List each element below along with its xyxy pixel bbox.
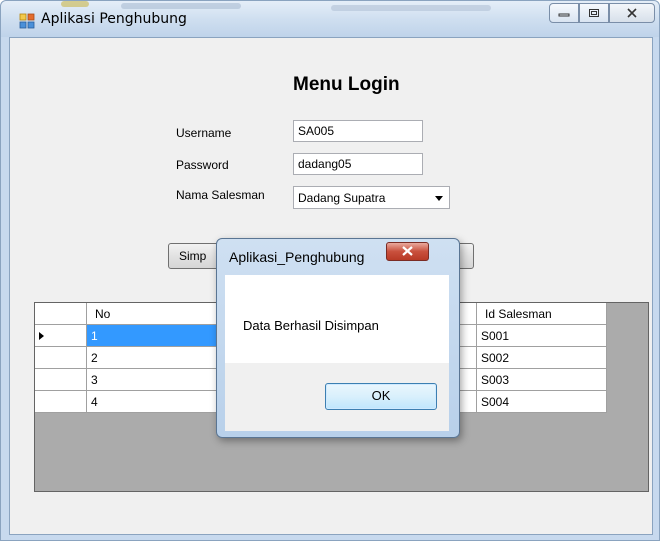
maximize-button[interactable]	[579, 3, 609, 23]
row-header[interactable]	[35, 325, 87, 347]
table-cell[interactable]: S004	[477, 391, 607, 413]
background-blur	[61, 1, 89, 7]
close-icon	[402, 246, 413, 256]
close-button[interactable]	[609, 3, 655, 23]
username-label: Username	[176, 126, 232, 140]
table-cell[interactable]: 4	[87, 391, 217, 413]
table-cell[interactable]: S001	[477, 325, 607, 347]
password-field[interactable]: dadang05	[293, 153, 423, 175]
ok-button[interactable]: OK	[325, 383, 437, 410]
caption-buttons	[549, 3, 655, 25]
password-label: Password	[176, 158, 229, 172]
table-cell[interactable]: S002	[477, 347, 607, 369]
minimize-icon	[558, 13, 570, 17]
close-icon	[627, 8, 637, 18]
dialog-close-button[interactable]	[386, 242, 429, 261]
page-title: Menu Login	[293, 74, 400, 95]
grid-header-id-salesman[interactable]: Id Salesman	[477, 303, 607, 325]
grid-header-no[interactable]: No	[87, 303, 217, 325]
salesman-label: Nama Salesman	[176, 188, 265, 202]
window-title: Aplikasi Penghubung	[41, 11, 187, 27]
row-header[interactable]	[35, 369, 87, 391]
row-header[interactable]	[35, 347, 87, 369]
background-blur	[331, 5, 491, 11]
table-cell[interactable]: 2	[87, 347, 217, 369]
minimize-button[interactable]	[549, 3, 579, 23]
app-icon	[19, 13, 35, 29]
dialog-message: Data Berhasil Disimpan	[243, 318, 379, 333]
grid-corner-header	[35, 303, 87, 325]
maximize-icon	[589, 9, 599, 17]
salesman-selected-value: Dadang Supatra	[298, 191, 386, 205]
salesman-select[interactable]: Dadang Supatra	[293, 186, 450, 209]
dialog-title: Aplikasi_Penghubung	[229, 249, 365, 265]
row-header[interactable]	[35, 391, 87, 413]
current-row-icon	[39, 332, 44, 340]
username-field[interactable]: SA005	[293, 120, 423, 142]
chevron-down-icon	[435, 196, 443, 201]
background-blur	[121, 3, 241, 9]
table-cell[interactable]: 3	[87, 369, 217, 391]
message-dialog: Aplikasi_Penghubung Data Berhasil Disimp…	[216, 238, 460, 438]
table-cell[interactable]: S003	[477, 369, 607, 391]
table-cell[interactable]: 1	[87, 325, 217, 347]
